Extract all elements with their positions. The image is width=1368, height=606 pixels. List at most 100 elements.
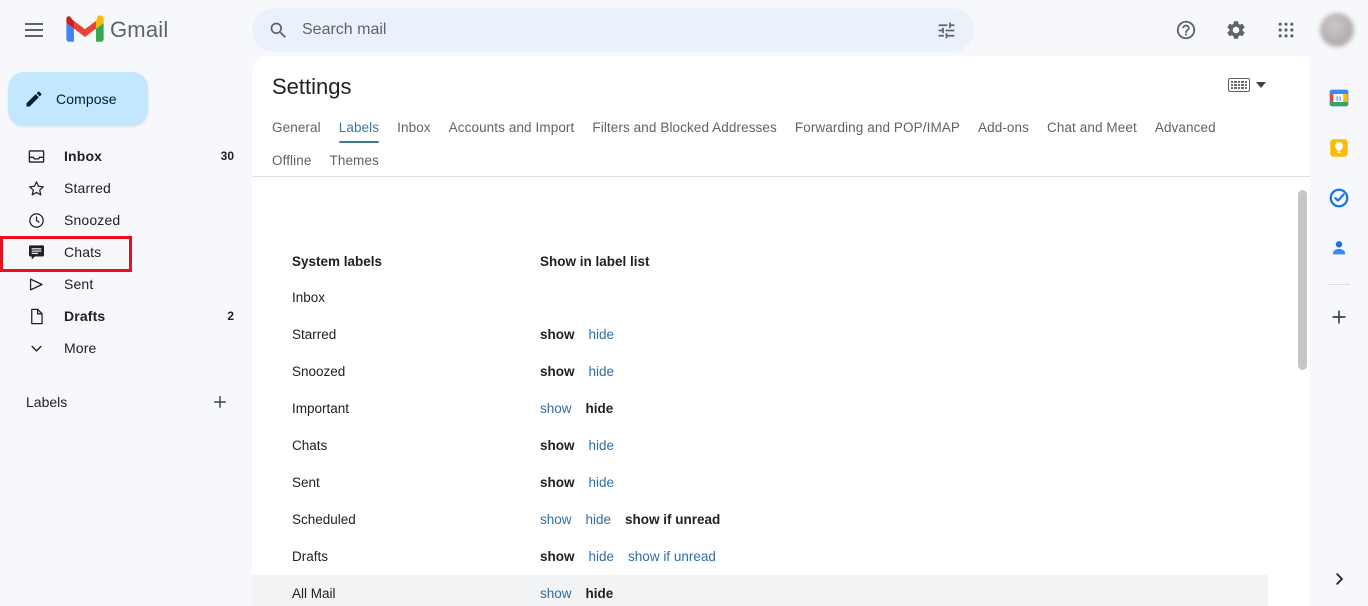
- column-header-show-in-label-list: Show in label list: [500, 246, 1268, 279]
- tab-general[interactable]: General: [272, 114, 321, 145]
- column-header-system-labels: System labels: [252, 246, 500, 279]
- side-apps-rail: 31: [1310, 60, 1368, 606]
- label-action-show-if-unread[interactable]: show if unread: [628, 549, 716, 564]
- top-app-bar: Gmail: [0, 0, 1368, 60]
- sidebar-item-sent[interactable]: Sent: [0, 268, 252, 300]
- label-actions-cell: [500, 279, 1268, 316]
- table-row[interactable]: All Mailshowhide: [252, 575, 1268, 606]
- label-action-show[interactable]: show: [540, 586, 572, 601]
- labels-section-title: Labels: [26, 394, 67, 410]
- label-action-show[interactable]: show: [540, 512, 572, 527]
- label-action-hide[interactable]: hide: [589, 327, 615, 342]
- apps-grid-icon[interactable]: [1262, 6, 1310, 54]
- gmail-logo[interactable]: Gmail: [66, 15, 168, 45]
- compose-button[interactable]: Compose: [8, 72, 148, 126]
- sidebar-item-snoozed[interactable]: Snoozed: [0, 204, 252, 236]
- clock-icon: [26, 210, 46, 230]
- scrollbar-thumb[interactable]: [1298, 190, 1307, 370]
- gear-glyph: [1225, 19, 1247, 41]
- search-options-tune-icon[interactable]: [926, 10, 966, 50]
- labels-table-scroll-area: System labels Show in label list InboxSt…: [252, 246, 1310, 606]
- input-tools-selector[interactable]: [1228, 78, 1266, 92]
- sidebar-item-starred[interactable]: Starred: [0, 172, 252, 204]
- hamburger-menu-icon[interactable]: [10, 6, 58, 54]
- top-bar-actions: [1162, 6, 1360, 54]
- table-row[interactable]: Starredshowhide: [252, 316, 1268, 353]
- sidebar-item-drafts[interactable]: Drafts 2: [0, 300, 252, 332]
- search-input[interactable]: [298, 21, 926, 39]
- label-actions-cell: show hide show if unread: [500, 538, 1268, 575]
- table-row[interactable]: Snoozedshowhide: [252, 353, 1268, 390]
- keyboard-input-tools-icon: [1228, 78, 1250, 92]
- avatar[interactable]: [1320, 13, 1354, 47]
- tab-filters-and-blocked-addresses[interactable]: Filters and Blocked Addresses: [592, 114, 777, 145]
- label-action-show[interactable]: show: [540, 438, 575, 453]
- tab-forwarding-and-pop-imap[interactable]: Forwarding and POP/IMAP: [795, 114, 960, 145]
- table-row[interactable]: Sentshowhide: [252, 464, 1268, 501]
- label-action-show[interactable]: show: [540, 475, 575, 490]
- google-contacts-icon[interactable]: [1319, 228, 1359, 268]
- tab-chat-and-meet[interactable]: Chat and Meet: [1047, 114, 1137, 145]
- table-row[interactable]: Scheduled show hide show if unread: [252, 501, 1268, 538]
- label-action-show[interactable]: show: [540, 364, 575, 379]
- settings-tabs: General Labels Inbox Accounts and Import…: [252, 114, 1310, 177]
- sidebar-item-more[interactable]: More: [0, 332, 252, 364]
- settings-tabs-row-1: General Labels Inbox Accounts and Import…: [272, 114, 1310, 145]
- tab-labels[interactable]: Labels: [339, 114, 379, 145]
- label-name-cell: Scheduled: [252, 501, 500, 538]
- label-action-hide[interactable]: hide: [586, 401, 614, 416]
- google-calendar-icon[interactable]: 31: [1319, 78, 1359, 118]
- document-icon: [26, 306, 46, 326]
- tab-add-ons[interactable]: Add-ons: [978, 114, 1029, 145]
- plus-icon[interactable]: [206, 388, 234, 416]
- label-action-hide[interactable]: hide: [589, 438, 615, 453]
- label-actions-cell: show hide: [500, 464, 1268, 501]
- plus-icon[interactable]: [1319, 297, 1359, 337]
- tab-advanced[interactable]: Advanced: [1155, 114, 1216, 145]
- labels-table-body: InboxStarredshowhideSnoozedshowhideImpor…: [252, 279, 1268, 606]
- label-action-hide[interactable]: hide: [586, 586, 614, 601]
- sidebar-item-chats[interactable]: Chats: [0, 236, 252, 268]
- sidebar-item-label: Snoozed: [64, 212, 234, 228]
- tab-accounts-and-import[interactable]: Accounts and Import: [449, 114, 575, 145]
- settings-tabs-row-2: Offline Themes: [272, 147, 1310, 176]
- google-tasks-icon[interactable]: [1319, 178, 1359, 218]
- chat-bubble-icon: [26, 242, 46, 262]
- labels-section-header: Labels: [0, 386, 252, 418]
- label-action-show[interactable]: show: [540, 327, 575, 342]
- inbox-icon: [26, 146, 46, 166]
- tasks-glyph: [1328, 187, 1350, 209]
- contacts-glyph: [1328, 237, 1350, 259]
- label-actions-cell: show hide: [500, 316, 1268, 353]
- star-icon: [26, 178, 46, 198]
- label-action-show[interactable]: show: [540, 549, 575, 564]
- label-action-hide[interactable]: hide: [589, 475, 615, 490]
- gmail-envelope-icon: [66, 15, 104, 45]
- label-action-hide[interactable]: hide: [586, 512, 612, 527]
- search-box[interactable]: [252, 8, 974, 52]
- help-icon[interactable]: [1162, 6, 1210, 54]
- gear-icon[interactable]: [1212, 6, 1260, 54]
- google-keep-icon[interactable]: [1319, 128, 1359, 168]
- label-actions-cell: show hide show if unread: [500, 501, 1268, 538]
- sidebar-item-label: Sent: [64, 276, 234, 292]
- settings-panel: Settings General Labels Inbox Accounts a…: [252, 56, 1310, 606]
- tab-offline[interactable]: Offline: [272, 147, 311, 176]
- sidebar-item-inbox[interactable]: Inbox 30: [0, 140, 252, 172]
- page-title: Settings: [252, 56, 1310, 100]
- label-action-show-if-unread[interactable]: show if unread: [625, 512, 720, 527]
- label-action-hide[interactable]: hide: [589, 364, 615, 379]
- table-row[interactable]: Draftsshowhideshow if unread: [252, 538, 1268, 575]
- search-icon[interactable]: [258, 10, 298, 50]
- table-row[interactable]: Chatsshowhide: [252, 427, 1268, 464]
- send-icon: [26, 274, 46, 294]
- label-action-show[interactable]: show: [540, 401, 572, 416]
- table-row[interactable]: Importantshowhide: [252, 390, 1268, 427]
- tab-inbox[interactable]: Inbox: [397, 114, 431, 145]
- label-action-hide[interactable]: hide: [589, 549, 615, 564]
- table-row[interactable]: Inbox: [252, 279, 1268, 316]
- chevron-down-icon: [1256, 82, 1266, 88]
- chevron-right-icon[interactable]: [1322, 562, 1356, 596]
- settings-scrollbar[interactable]: [1297, 190, 1308, 605]
- tab-themes[interactable]: Themes: [329, 147, 378, 176]
